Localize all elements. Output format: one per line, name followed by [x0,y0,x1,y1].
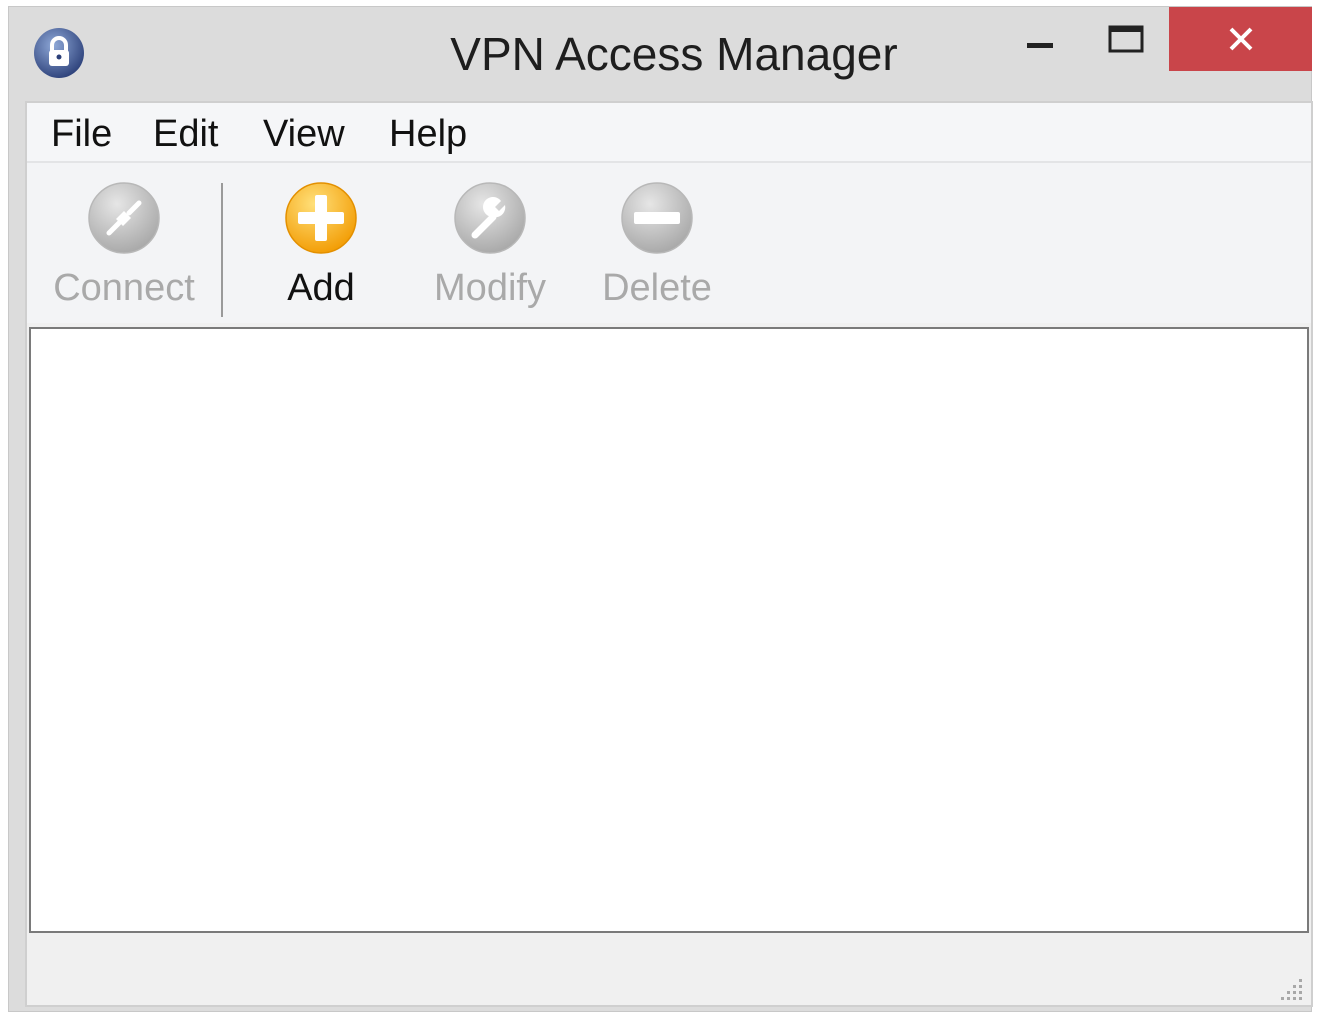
menu-file[interactable]: File [51,113,112,156]
add-plus-icon [285,182,357,254]
menu-edit[interactable]: Edit [153,113,218,156]
toolbar-separator [221,183,223,317]
maximize-button[interactable] [1095,7,1157,71]
connect-button[interactable]: Connect [49,181,199,310]
menu-help[interactable]: Help [389,113,467,156]
add-label: Add [287,267,355,309]
resize-grip-icon[interactable] [1279,975,1305,1001]
modify-label: Modify [434,267,546,309]
delete-button[interactable]: Delete [601,181,713,310]
connection-list[interactable] [29,327,1309,933]
delete-label: Delete [602,267,712,309]
modify-button[interactable]: Modify [425,181,555,310]
client-area: File Edit View Help Connect Add Modify D… [25,101,1313,1007]
close-icon [1229,27,1252,51]
minimize-button[interactable] [1009,7,1071,71]
menu-bar: File Edit View Help [27,103,1311,163]
wrench-icon [454,182,526,254]
status-bar [27,937,1311,1005]
close-button[interactable] [1169,7,1312,71]
main-window: VPN Access Manager File Edit View Help C… [8,6,1313,1012]
title-bar[interactable]: VPN Access Manager [9,7,1312,101]
connect-label: Connect [53,267,195,309]
menu-view[interactable]: View [263,113,345,156]
connect-plug-icon [88,182,160,254]
minus-icon [621,182,693,254]
minimize-icon [1027,43,1053,48]
maximize-icon [1108,25,1144,53]
add-button[interactable]: Add [281,181,361,310]
toolbar: Connect Add Modify Delete [27,163,1311,323]
